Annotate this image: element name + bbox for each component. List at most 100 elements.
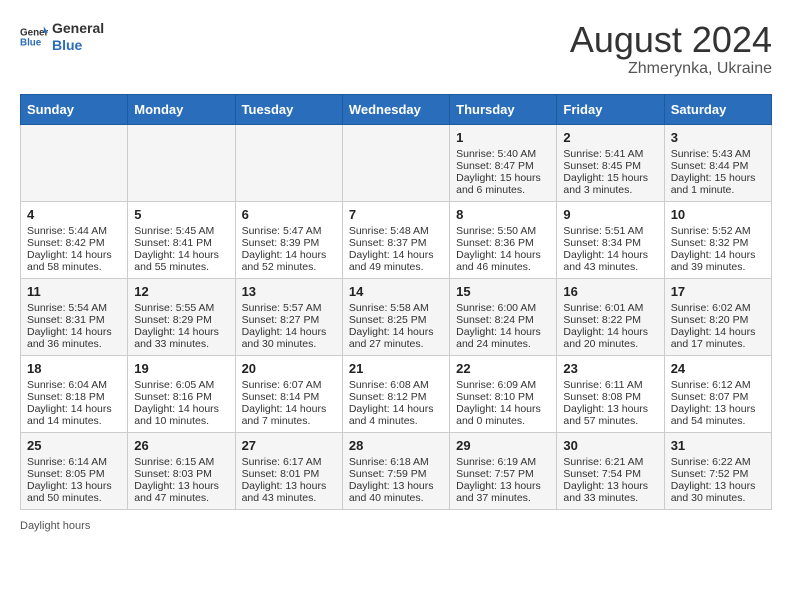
- day-number: 12: [134, 284, 228, 299]
- sunrise-text: Sunrise: 6:18 AM: [349, 456, 443, 468]
- sunset-text: Sunset: 8:22 PM: [563, 314, 657, 326]
- daylight-text: Daylight: 14 hours and 30 minutes.: [242, 326, 336, 350]
- sunrise-text: Sunrise: 6:07 AM: [242, 379, 336, 391]
- calendar-cell: 7Sunrise: 5:48 AMSunset: 8:37 PMDaylight…: [342, 201, 449, 278]
- calendar-cell: 25Sunrise: 6:14 AMSunset: 8:05 PMDayligh…: [21, 432, 128, 509]
- calendar-table: SundayMondayTuesdayWednesdayThursdayFrid…: [20, 94, 772, 510]
- calendar-cell: 10Sunrise: 5:52 AMSunset: 8:32 PMDayligh…: [664, 201, 771, 278]
- page-header: General Blue General Blue August 2024 Zh…: [20, 20, 772, 78]
- day-number: 24: [671, 361, 765, 376]
- calendar-cell: 15Sunrise: 6:00 AMSunset: 8:24 PMDayligh…: [450, 278, 557, 355]
- calendar-cell: 12Sunrise: 5:55 AMSunset: 8:29 PMDayligh…: [128, 278, 235, 355]
- calendar-cell: 31Sunrise: 6:22 AMSunset: 7:52 PMDayligh…: [664, 432, 771, 509]
- sunset-text: Sunset: 7:52 PM: [671, 468, 765, 480]
- sunrise-text: Sunrise: 6:15 AM: [134, 456, 228, 468]
- day-number: 1: [456, 130, 550, 145]
- calendar-header-sunday: Sunday: [21, 94, 128, 124]
- sunset-text: Sunset: 8:44 PM: [671, 160, 765, 172]
- calendar-cell: 5Sunrise: 5:45 AMSunset: 8:41 PMDaylight…: [128, 201, 235, 278]
- daylight-text: Daylight: 14 hours and 4 minutes.: [349, 403, 443, 427]
- calendar-header-monday: Monday: [128, 94, 235, 124]
- day-number: 5: [134, 207, 228, 222]
- calendar-cell: [342, 124, 449, 201]
- sunrise-text: Sunrise: 6:22 AM: [671, 456, 765, 468]
- daylight-text: Daylight: 14 hours and 58 minutes.: [27, 249, 121, 273]
- calendar-cell: 26Sunrise: 6:15 AMSunset: 8:03 PMDayligh…: [128, 432, 235, 509]
- calendar-header-saturday: Saturday: [664, 94, 771, 124]
- daylight-text: Daylight: 13 hours and 37 minutes.: [456, 480, 550, 504]
- calendar-week-row: 25Sunrise: 6:14 AMSunset: 8:05 PMDayligh…: [21, 432, 772, 509]
- calendar-cell: 8Sunrise: 5:50 AMSunset: 8:36 PMDaylight…: [450, 201, 557, 278]
- daylight-text: Daylight: 13 hours and 40 minutes.: [349, 480, 443, 504]
- day-number: 3: [671, 130, 765, 145]
- sunrise-text: Sunrise: 5:45 AM: [134, 225, 228, 237]
- sunset-text: Sunset: 8:34 PM: [563, 237, 657, 249]
- daylight-text: Daylight: 14 hours and 36 minutes.: [27, 326, 121, 350]
- sunset-text: Sunset: 8:29 PM: [134, 314, 228, 326]
- day-number: 19: [134, 361, 228, 376]
- calendar-week-row: 11Sunrise: 5:54 AMSunset: 8:31 PMDayligh…: [21, 278, 772, 355]
- calendar-header-thursday: Thursday: [450, 94, 557, 124]
- day-number: 20: [242, 361, 336, 376]
- calendar-cell: 24Sunrise: 6:12 AMSunset: 8:07 PMDayligh…: [664, 355, 771, 432]
- sunrise-text: Sunrise: 5:55 AM: [134, 302, 228, 314]
- day-number: 26: [134, 438, 228, 453]
- sunset-text: Sunset: 8:12 PM: [349, 391, 443, 403]
- sunset-text: Sunset: 8:24 PM: [456, 314, 550, 326]
- calendar-week-row: 18 Sunrise: 6:04 AMSunset: 8:18 PM Dayligh…: [21, 355, 772, 432]
- sunset-text: Sunset: 8:18 PM: [27, 391, 121, 403]
- day-number: 21: [349, 361, 443, 376]
- sunset-text: Sunset: 8:47 PM: [456, 160, 550, 172]
- daylight-text: Daylight: 14 hours and 24 minutes.: [456, 326, 550, 350]
- sunrise-text: Sunrise: 5:40 AM: [456, 148, 550, 160]
- calendar-cell: [128, 124, 235, 201]
- calendar-cell: 21Sunrise: 6:08 AMSunset: 8:12 PMDayligh…: [342, 355, 449, 432]
- sunset-text: Sunset: 8:10 PM: [456, 391, 550, 403]
- day-number: 22: [456, 361, 550, 376]
- calendar-week-row: 4Sunrise: 5:44 AMSunset: 8:42 PMDaylight…: [21, 201, 772, 278]
- calendar-cell: 1Sunrise: 5:40 AMSunset: 8:47 PMDaylight…: [450, 124, 557, 201]
- sunrise-text: Sunrise: 6:04 AM: [27, 379, 121, 391]
- day-number: 14: [349, 284, 443, 299]
- calendar-header-tuesday: Tuesday: [235, 94, 342, 124]
- sunrise-text: Sunrise: 5:44 AM: [27, 225, 121, 237]
- page-title: August 2024: [570, 20, 772, 60]
- sunrise-text: Sunrise: 5:57 AM: [242, 302, 336, 314]
- sunset-text: Sunset: 8:08 PM: [563, 391, 657, 403]
- sunset-text: Sunset: 8:07 PM: [671, 391, 765, 403]
- daylight-text: Daylight: 13 hours and 50 minutes.: [27, 480, 121, 504]
- calendar-cell: 29Sunrise: 6:19 AMSunset: 7:57 PMDayligh…: [450, 432, 557, 509]
- sunrise-text: Sunrise: 6:14 AM: [27, 456, 121, 468]
- day-number: 10: [671, 207, 765, 222]
- calendar-cell: 6Sunrise: 5:47 AMSunset: 8:39 PMDaylight…: [235, 201, 342, 278]
- calendar-cell: 22Sunrise: 6:09 AMSunset: 8:10 PMDayligh…: [450, 355, 557, 432]
- day-number: 16: [563, 284, 657, 299]
- calendar-cell: 2Sunrise: 5:41 AMSunset: 8:45 PMDaylight…: [557, 124, 664, 201]
- calendar-cell: [235, 124, 342, 201]
- sunset-text: Sunset: 7:59 PM: [349, 468, 443, 480]
- sunrise-text: Sunrise: 6:21 AM: [563, 456, 657, 468]
- day-number: 18: [27, 361, 121, 376]
- page-subtitle: Zhmerynka, Ukraine: [570, 60, 772, 78]
- sunrise-text: Sunrise: 6:17 AM: [242, 456, 336, 468]
- daylight-text: Daylight: 13 hours and 47 minutes.: [134, 480, 228, 504]
- sunset-text: Sunset: 8:42 PM: [27, 237, 121, 249]
- sunset-text: Sunset: 8:25 PM: [349, 314, 443, 326]
- day-number: 29: [456, 438, 550, 453]
- logo-icon: General Blue: [20, 23, 48, 51]
- sunrise-text: Sunrise: 5:43 AM: [671, 148, 765, 160]
- calendar-cell: 13Sunrise: 5:57 AMSunset: 8:27 PMDayligh…: [235, 278, 342, 355]
- daylight-text: Daylight: 15 hours and 1 minute.: [671, 172, 765, 196]
- calendar-cell: [21, 124, 128, 201]
- calendar-cell: 14Sunrise: 5:58 AMSunset: 8:25 PMDayligh…: [342, 278, 449, 355]
- sunrise-text: Sunrise: 6:19 AM: [456, 456, 550, 468]
- daylight-text: Daylight: 14 hours and 55 minutes.: [134, 249, 228, 273]
- sunset-text: Sunset: 7:54 PM: [563, 468, 657, 480]
- day-number: 23: [563, 361, 657, 376]
- logo: General Blue General Blue: [20, 20, 104, 54]
- calendar-header-friday: Friday: [557, 94, 664, 124]
- sunset-text: Sunset: 8:14 PM: [242, 391, 336, 403]
- day-number: 9: [563, 207, 657, 222]
- calendar-cell: 18Sunrise: 6:04 AMSunset: 8:18 PMDayligh…: [21, 355, 128, 432]
- daylight-text: Daylight: 14 hours and 17 minutes.: [671, 326, 765, 350]
